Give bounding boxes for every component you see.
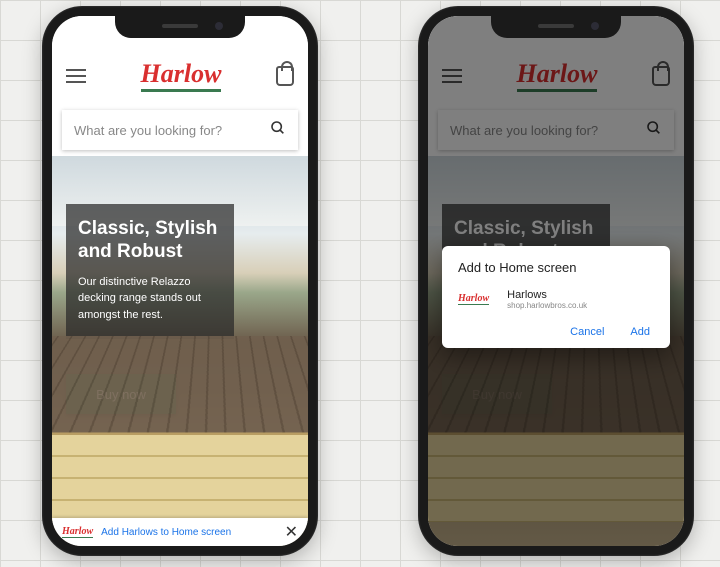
notch [115, 16, 245, 38]
shopping-bag-icon[interactable] [276, 66, 294, 86]
dialog-title: Add to Home screen [458, 260, 654, 275]
add-button[interactable]: Add [630, 326, 650, 338]
search-icon[interactable] [270, 120, 286, 141]
dialog-actions: Cancel Add [458, 322, 654, 340]
search-input[interactable]: What are you looking for? [62, 110, 298, 150]
phone-mockup-right: Harlow What are you looking for? Classic… [418, 6, 694, 556]
brand-logo[interactable]: Harlow [141, 61, 222, 92]
buy-now-label: Buy now [96, 387, 146, 402]
wood-texture [52, 432, 308, 522]
mini-logo-icon: Harlow [62, 527, 93, 538]
dialog-app-name: Harlows [507, 289, 587, 301]
screen: Harlow What are you looking for? Classic… [52, 16, 308, 546]
hero-body: Our distinctive Relazzo decking range st… [78, 274, 222, 324]
hero-title: Classic, Stylish and Robust [78, 218, 222, 264]
close-icon[interactable]: ✕ [285, 522, 298, 542]
hero-text-box: Classic, Stylish and Robust Our distinct… [66, 204, 234, 339]
search-placeholder: What are you looking for? [74, 123, 222, 138]
cancel-button[interactable]: Cancel [570, 326, 604, 338]
add-banner-text[interactable]: Add Harlows to Home screen [101, 527, 231, 538]
screen: Harlow What are you looking for? Classic… [428, 16, 684, 546]
phone-mockup-left: Harlow What are you looking for? Classic… [42, 6, 318, 556]
dialog-app-row: Harlow Harlows shop.harlowbros.co.uk [458, 289, 654, 310]
mini-logo-icon: Harlow [458, 294, 489, 305]
notch [491, 16, 621, 38]
hero-banner: Classic, Stylish and Robust Our distinct… [52, 156, 308, 546]
add-to-homescreen-dialog: Add to Home screen Harlow Harlows shop.h… [442, 246, 670, 348]
buy-now-button[interactable]: Buy now [66, 374, 176, 414]
add-to-homescreen-banner[interactable]: Harlow Add Harlows to Home screen ✕ [52, 518, 308, 546]
dialog-app-url: shop.harlowbros.co.uk [507, 301, 587, 310]
menu-icon[interactable] [66, 69, 86, 83]
